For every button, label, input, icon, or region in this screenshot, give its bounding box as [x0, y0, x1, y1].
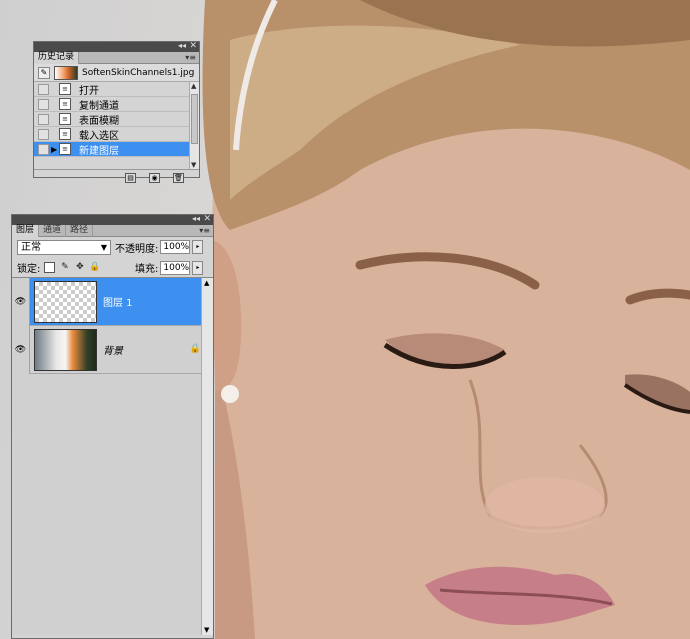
history-brush-source-checkbox[interactable] — [38, 144, 49, 155]
panel-menu-icon[interactable]: ▾≡ — [185, 52, 196, 63]
opacity-label: 不透明度: — [115, 243, 159, 255]
history-brush-icon[interactable]: ✎ — [38, 67, 50, 79]
layer-thumbnail-photo — [34, 328, 97, 371]
layer-thumbnail-transparent — [34, 280, 97, 323]
history-item-label: 新建图层 — [79, 145, 119, 157]
snapshot-thumbnail — [54, 65, 78, 80]
eye-icon[interactable]: 👁 — [12, 277, 30, 326]
document-state-icon: ≡ — [59, 83, 71, 95]
history-tabbar: 历史记录 ▾≡ — [34, 52, 199, 64]
tab-history[interactable]: 历史记录 — [34, 52, 80, 64]
double-chevron-icon[interactable]: ◂◂ — [178, 40, 186, 52]
scroll-up-icon[interactable]: ▲ — [191, 82, 196, 90]
lock-all-icon[interactable]: 🔒 — [89, 262, 100, 273]
tab-paths[interactable]: 路径 — [66, 225, 94, 237]
fill-label: 填充: — [135, 264, 159, 275]
current-state-marker-icon: ▶ — [51, 145, 58, 154]
scroll-down-icon[interactable]: ▼ — [191, 161, 196, 169]
layer-row-layer-1[interactable]: 👁 图层 1 — [12, 277, 213, 326]
lock-image-pixels-icon[interactable]: ✎ — [59, 262, 70, 273]
history-panel: ◂◂ ✕ 历史记录 ▾≡ ✎ SoftenSkinChannels1.jpg ≡… — [33, 40, 200, 183]
layer-row-background[interactable]: 👁 背景 🔒 — [12, 325, 213, 374]
new-document-from-state-icon[interactable]: ▤ — [125, 173, 136, 183]
blend-mode-select[interactable]: 正常 ▼ — [17, 239, 111, 255]
document-state-icon: ≡ — [59, 143, 71, 155]
history-footer: ▤ ◉ 🗑 — [34, 169, 199, 186]
document-state-icon: ≡ — [59, 128, 71, 140]
fill-slider-button[interactable]: ▸ — [192, 260, 204, 275]
history-titlebar[interactable]: ◂◂ ✕ — [34, 40, 199, 52]
scroll-down-icon[interactable]: ▼ — [204, 626, 209, 634]
opacity-slider-button[interactable]: ▸ — [192, 240, 204, 254]
history-item-surface-blur[interactable]: ≡ 表面模糊 — [34, 112, 199, 127]
tab-channels[interactable]: 通道 — [39, 225, 67, 237]
layer-list: 👁 图层 1 👁 背景 🔒 ▲ ▼ — [12, 277, 213, 635]
history-item-label: 打开 — [79, 85, 99, 97]
close-icon[interactable]: ✕ — [203, 213, 211, 225]
dropdown-arrow-icon: ▼ — [100, 242, 107, 252]
history-item-new-layer[interactable]: ▶ ≡ 新建图层 — [34, 142, 199, 157]
history-item-load-selection[interactable]: ≡ 载入选区 — [34, 127, 199, 142]
trash-icon[interactable]: 🗑 — [173, 173, 184, 183]
snapshot-label: SoftenSkinChannels1.jpg — [82, 67, 195, 78]
lock-position-icon[interactable]: ✥ — [74, 262, 85, 273]
panel-menu-icon[interactable]: ▾≡ — [199, 225, 210, 236]
double-chevron-icon[interactable]: ◂◂ — [192, 213, 200, 225]
history-snapshot[interactable]: ✎ SoftenSkinChannels1.jpg — [34, 64, 199, 82]
history-list: ≡ 打开 ≡ 复制通道 ≡ 表面模糊 ≡ 载入选区 ▶ ≡ 新建图层 ▲ ▼ — [34, 82, 199, 169]
history-scrollbar[interactable]: ▲ ▼ — [189, 82, 199, 169]
history-item-label: 表面模糊 — [79, 115, 119, 127]
scroll-thumb[interactable] — [191, 94, 198, 144]
history-brush-source-checkbox[interactable] — [38, 114, 49, 125]
layers-panel: ◂◂ ✕ 图层 通道 路径 ▾≡ 正常 ▼ 不透明度: 100% ▸ 锁定: ✎… — [11, 214, 214, 639]
close-icon[interactable]: ✕ — [189, 40, 197, 52]
fill-group: 填充: 100% ▸ — [131, 260, 204, 275]
history-item-duplicate-channel[interactable]: ≡ 复制通道 — [34, 97, 199, 112]
lock-label: 锁定: — [17, 263, 41, 275]
document-state-icon: ≡ — [59, 98, 71, 110]
tab-layers[interactable]: 图层 — [12, 225, 40, 237]
fill-input[interactable]: 100% — [160, 260, 191, 275]
new-snapshot-icon[interactable]: ◉ — [149, 173, 160, 183]
lock-row: 锁定: ✎ ✥ 🔒 填充: 100% ▸ — [12, 257, 213, 277]
layer-name[interactable]: 背景 — [103, 342, 123, 357]
layers-scrollbar[interactable]: ▲ ▼ — [201, 278, 213, 635]
history-brush-source-checkbox[interactable] — [38, 99, 49, 110]
opacity-input[interactable]: 100% — [160, 240, 191, 254]
history-brush-source-checkbox[interactable] — [38, 84, 49, 95]
document-state-icon: ≡ — [59, 113, 71, 125]
history-item-label: 复制通道 — [79, 100, 119, 112]
layers-titlebar[interactable]: ◂◂ ✕ — [12, 213, 213, 225]
blend-mode-value: 正常 — [21, 241, 41, 253]
history-brush-source-checkbox[interactable] — [38, 129, 49, 140]
eye-icon[interactable]: 👁 — [12, 325, 30, 374]
lock-icon: 🔒 — [189, 344, 201, 354]
history-item-label: 载入选区 — [79, 130, 119, 142]
lock-transparent-pixels-icon[interactable] — [44, 261, 56, 273]
layer-name[interactable]: 图层 1 — [103, 294, 133, 309]
history-item-open[interactable]: ≡ 打开 — [34, 82, 199, 97]
layers-tabbar: 图层 通道 路径 ▾≡ — [12, 225, 213, 237]
blend-row: 正常 ▼ 不透明度: 100% ▸ — [12, 237, 213, 257]
scroll-up-icon[interactable]: ▲ — [204, 279, 209, 287]
